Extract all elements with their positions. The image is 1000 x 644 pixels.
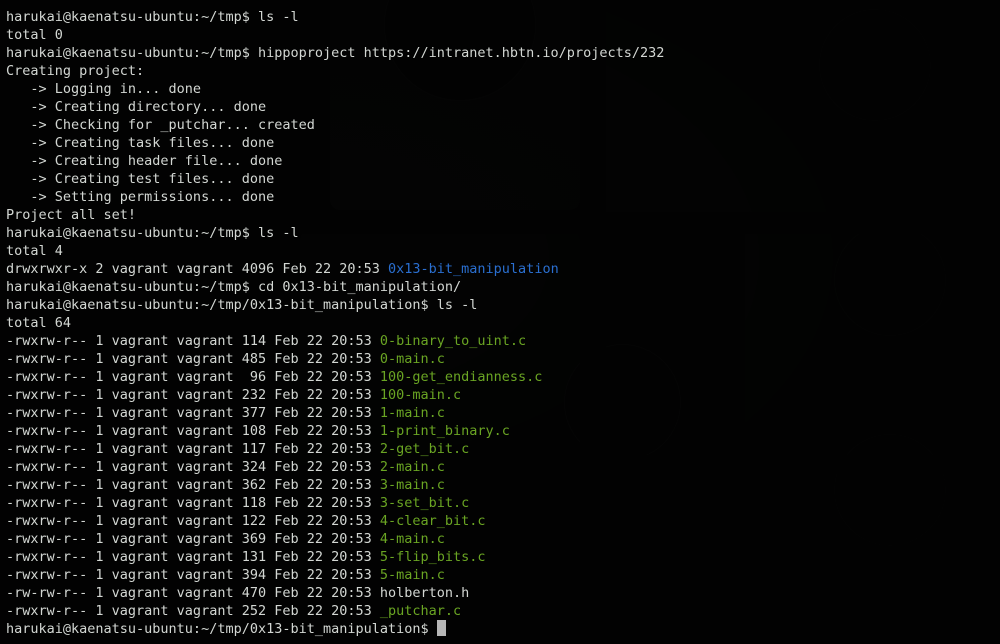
file-name: 5-main.c — [379, 567, 445, 583]
line-text: -> Logging in... done — [6, 81, 202, 97]
output-total-0: total 0 — [6, 26, 1000, 44]
line-text: -rwxrw-r-- 1 vagrant vagrant 108 Feb 22 … — [6, 423, 380, 439]
file-name: 0-binary_to_uint.c — [379, 333, 527, 349]
line-text: -rwxrw-r-- 1 vagrant vagrant 96 Feb 22 2… — [6, 369, 380, 385]
line-text: total 4 — [6, 243, 63, 259]
prompt-hippoproject: harukai@kaenatsu-ubuntu:~/tmp$ hippoproj… — [6, 44, 1000, 62]
output-logging-in: -> Logging in... done — [6, 80, 1000, 98]
line-text: -rwxrw-r-- 1 vagrant vagrant 131 Feb 22 … — [6, 549, 380, 565]
output-setting-permissions: -> Setting permissions... done — [6, 188, 1000, 206]
file-name: 3-main.c — [379, 477, 445, 493]
listing-row-file: -rwxrw-r-- 1 vagrant vagrant 232 Feb 22 … — [6, 386, 1000, 404]
line-text: -> Creating test files... done — [6, 171, 275, 187]
listing-row-file: -rwxrw-r-- 1 vagrant vagrant 252 Feb 22 … — [6, 602, 1000, 620]
listing-row-file: -rwxrw-r-- 1 vagrant vagrant 485 Feb 22 … — [6, 350, 1000, 368]
line-text: -rwxrw-r-- 1 vagrant vagrant 394 Feb 22 … — [6, 567, 380, 583]
output-checking-putchar: -> Checking for _putchar... created — [6, 116, 1000, 134]
file-name: 100-main.c — [379, 387, 462, 403]
prompt-ls-project: harukai@kaenatsu-ubuntu:~/tmp/0x13-bit_m… — [6, 296, 1000, 314]
listing-row-file: -rwxrw-r-- 1 vagrant vagrant 108 Feb 22 … — [6, 422, 1000, 440]
line-text: -rwxrw-r-- 1 vagrant vagrant 252 Feb 22 … — [6, 603, 380, 619]
line-text: total 0 — [6, 27, 63, 43]
file-name: 0-main.c — [379, 351, 445, 367]
line-text: -> Creating directory... done — [6, 99, 267, 115]
listing-row-file: -rwxrw-r-- 1 vagrant vagrant 114 Feb 22 … — [6, 332, 1000, 350]
line-text: -rwxrw-r-- 1 vagrant vagrant 117 Feb 22 … — [6, 441, 380, 457]
listing-row-file: -rwxrw-r-- 1 vagrant vagrant 117 Feb 22 … — [6, 440, 1000, 458]
file-name: 100-get_endianness.c — [379, 369, 543, 385]
file-name: _putchar.c — [379, 603, 462, 619]
line-text: -rwxrw-r-- 1 vagrant vagrant 118 Feb 22 … — [6, 495, 380, 511]
listing-row-file: -rwxrw-r-- 1 vagrant vagrant 122 Feb 22 … — [6, 512, 1000, 530]
line-text: -rwxrw-r-- 1 vagrant vagrant 485 Feb 22 … — [6, 351, 380, 367]
terminal-screen[interactable]: harukai@kaenatsu-ubuntu:~/tmp$ ls -l tota… — [0, 0, 1000, 644]
line-text: -> Checking for _putchar... created — [6, 117, 315, 133]
line-text: -rwxrw-r-- 1 vagrant vagrant 377 Feb 22 … — [6, 405, 380, 421]
listing-row-file: -rwxrw-r-- 1 vagrant vagrant 324 Feb 22 … — [6, 458, 1000, 476]
line-text: Creating project: — [6, 63, 145, 79]
prompt-ls-tmp: harukai@kaenatsu-ubuntu:~/tmp$ ls -l — [6, 8, 1000, 26]
terminal-active-prompt-line: harukai@kaenatsu-ubuntu:~/tmp/0x13-bit_m… — [6, 620, 1000, 638]
output-total-64: total 64 — [6, 314, 1000, 332]
output-creating-directory: -> Creating directory... done — [6, 98, 1000, 116]
listing-row-file: -rwxrw-r-- 1 vagrant vagrant 131 Feb 22 … — [6, 548, 1000, 566]
file-name: 2-get_bit.c — [379, 441, 470, 457]
line-text: -rwxrw-r-- 1 vagrant vagrant 324 Feb 22 … — [6, 459, 380, 475]
line-text: Project all set! — [6, 207, 137, 223]
file-name: 4-main.c — [379, 531, 445, 547]
file-name: 2-main.c — [379, 459, 445, 475]
output-creating-project: Creating project: — [6, 62, 1000, 80]
line-text: total 64 — [6, 315, 72, 331]
line-text: harukai@kaenatsu-ubuntu:~/tmp$ ls -l — [6, 225, 299, 241]
listing-row-file: -rwxrw-r-- 1 vagrant vagrant 369 Feb 22 … — [6, 530, 1000, 548]
terminal-window[interactable]: harukai@kaenatsu-ubuntu:~/tmp$ ls -l tota… — [0, 0, 1000, 644]
listing-row-file: -rwxrw-r-- 1 vagrant vagrant 377 Feb 22 … — [6, 404, 1000, 422]
line-text: harukai@kaenatsu-ubuntu:~/tmp$ ls -l — [6, 9, 299, 25]
terminal-scrollback: harukai@kaenatsu-ubuntu:~/tmp$ ls -l tota… — [6, 8, 1000, 620]
line-text: -rwxrw-r-- 1 vagrant vagrant 122 Feb 22 … — [6, 513, 380, 529]
line-text: -rwxrw-r-- 1 vagrant vagrant 362 Feb 22 … — [6, 477, 380, 493]
line-text: -rwxrw-r-- 1 vagrant vagrant 114 Feb 22 … — [6, 333, 380, 349]
output-creating-header: -> Creating header file... done — [6, 152, 1000, 170]
line-text: harukai@kaenatsu-ubuntu:~/tmp/0x13-bit_m… — [6, 297, 478, 313]
prompt-cd: harukai@kaenatsu-ubuntu:~/tmp$ cd 0x13-b… — [6, 278, 1000, 296]
line-text: -> Creating task files... done — [6, 135, 275, 151]
line-text: harukai@kaenatsu-ubuntu:~/tmp$ hippoproj… — [6, 45, 665, 61]
listing-row-file: -rwxrw-r-- 1 vagrant vagrant 394 Feb 22 … — [6, 566, 1000, 584]
file-name: 1-main.c — [379, 405, 445, 421]
listing-row-file: -rwxrw-r-- 1 vagrant vagrant 362 Feb 22 … — [6, 476, 1000, 494]
line-text: holberton.h — [379, 585, 470, 601]
line-text: -rw-rw-r-- 1 vagrant vagrant 470 Feb 22 … — [6, 585, 380, 601]
file-name: 1-print_binary.c — [379, 423, 510, 439]
file-name: 4-clear_bit.c — [379, 513, 486, 529]
prompt-ls-tmp-2: harukai@kaenatsu-ubuntu:~/tmp$ ls -l — [6, 224, 1000, 242]
line-text: -rwxrw-r-- 1 vagrant vagrant 369 Feb 22 … — [6, 531, 380, 547]
prompt-text: harukai@kaenatsu-ubuntu:~/tmp/0x13-bit_m… — [6, 621, 437, 637]
output-total-4: total 4 — [6, 242, 1000, 260]
file-name: 5-flip_bits.c — [379, 549, 486, 565]
directory-name: 0x13-bit_manipulation — [388, 261, 559, 277]
listing-row-file: -rwxrw-r-- 1 vagrant vagrant 96 Feb 22 2… — [6, 368, 1000, 386]
terminal-cursor — [436, 620, 446, 636]
line-text: -rwxrw-r-- 1 vagrant vagrant 232 Feb 22 … — [6, 387, 380, 403]
line-text: harukai@kaenatsu-ubuntu:~/tmp$ cd 0x13-b… — [6, 279, 462, 295]
output-project-all-set: Project all set! — [6, 206, 1000, 224]
output-creating-test-files: -> Creating test files... done — [6, 170, 1000, 188]
listing-row-file: -rwxrw-r-- 1 vagrant vagrant 118 Feb 22 … — [6, 494, 1000, 512]
line-text: drwxrwxr-x 2 vagrant vagrant 4096 Feb 22… — [6, 261, 389, 277]
file-name: 3-set_bit.c — [379, 495, 470, 511]
listing-row-file: -rw-rw-r-- 1 vagrant vagrant 470 Feb 22 … — [6, 584, 1000, 602]
output-creating-task-files: -> Creating task files... done — [6, 134, 1000, 152]
line-text: -> Creating header file... done — [6, 153, 283, 169]
listing-row-dir: drwxrwxr-x 2 vagrant vagrant 4096 Feb 22… — [6, 260, 1000, 278]
line-text: -> Setting permissions... done — [6, 189, 275, 205]
